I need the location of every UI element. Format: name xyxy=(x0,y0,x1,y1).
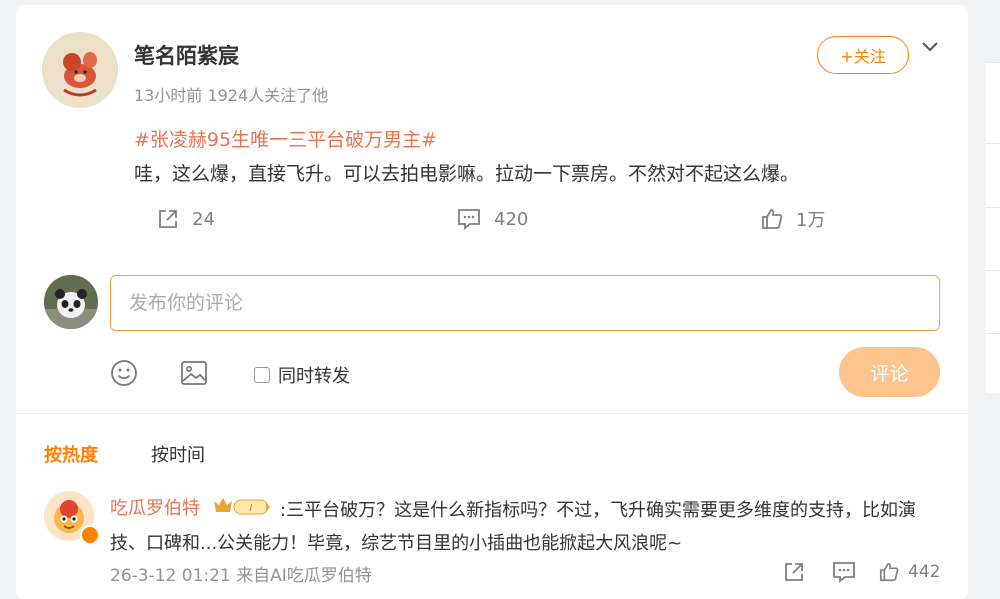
comment-like-count: 442 xyxy=(908,562,941,582)
share-icon xyxy=(159,210,177,228)
divider xyxy=(986,270,1000,271)
checkbox-box[interactable] xyxy=(254,367,270,383)
divider xyxy=(16,413,968,414)
thumbs-up-icon xyxy=(879,562,899,582)
like-button[interactable]: 1万 xyxy=(760,205,825,233)
comment-reply-button[interactable] xyxy=(831,560,857,584)
follow-button[interactable]: +关注 xyxy=(817,36,909,74)
chevron-down-icon[interactable] xyxy=(920,39,940,55)
post-meta: 13小时前 1924人关注了他 xyxy=(134,86,329,105)
author-avatar[interactable] xyxy=(42,32,118,108)
verified-badge-icon xyxy=(80,525,100,545)
sort-by-hot-tab[interactable]: 按热度 xyxy=(44,441,98,467)
emoji-icon[interactable] xyxy=(108,357,140,389)
comment-repost-button[interactable] xyxy=(782,560,806,584)
image-icon[interactable] xyxy=(178,357,210,389)
submit-comment-button[interactable]: 评论 xyxy=(839,347,940,397)
comment-button[interactable]: 420 xyxy=(456,205,528,233)
commenter-name[interactable]: 吃瓜罗伯特 xyxy=(110,494,200,520)
right-sidebar-edge xyxy=(984,0,1000,599)
comment-meta: 26-3-12 01:21 来自AI吃瓜罗伯特 xyxy=(110,566,372,586)
share-icon xyxy=(785,563,803,581)
divider xyxy=(986,333,1000,334)
repost-checkbox-label: 同时转发 xyxy=(278,366,350,387)
comment-like-button[interactable]: 442 xyxy=(878,560,940,584)
repost-button[interactable]: 24 xyxy=(156,205,215,233)
post-text: 哇，这么爆，直接飞升。可以去拍电影嘛。拉动一下票房。不然对不起这么爆。 xyxy=(134,163,800,185)
divider xyxy=(986,207,1000,208)
like-count: 1万 xyxy=(796,210,826,231)
topic-hashtag[interactable]: #张凌赫95生唯一三平台破万男主# xyxy=(134,125,437,152)
author-name[interactable]: 笔名陌紫宸 xyxy=(134,40,239,70)
vip-crown-badge-icon: I xyxy=(214,498,270,515)
thumbs-up-icon xyxy=(762,209,783,229)
divider xyxy=(986,143,1000,144)
comment-icon xyxy=(833,562,855,583)
repost-count: 24 xyxy=(192,208,215,230)
comment-input[interactable] xyxy=(110,275,940,331)
my-avatar[interactable] xyxy=(44,275,98,329)
right-panel xyxy=(986,62,1000,393)
sort-by-time-tab[interactable]: 按时间 xyxy=(151,441,205,467)
repost-checkbox[interactable]: 同时转发 xyxy=(254,362,350,388)
comment-icon xyxy=(458,209,480,230)
svg-text:I: I xyxy=(250,503,253,514)
post-card: 笔名陌紫宸 13小时前 1924人关注了他 +关注 #张凌赫95生唯一三平台破万… xyxy=(16,5,968,599)
comment-count: 420 xyxy=(494,208,529,230)
